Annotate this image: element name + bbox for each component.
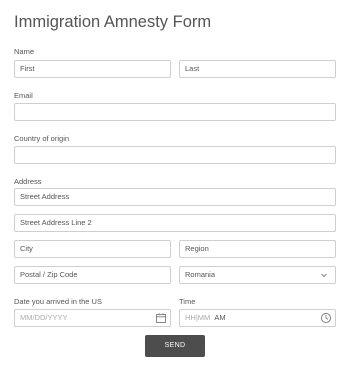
street-address-field[interactable]: Street Address bbox=[14, 188, 336, 206]
region-placeholder: Region bbox=[185, 244, 209, 253]
country-select[interactable]: Romania bbox=[179, 266, 336, 284]
time-label: Time bbox=[179, 297, 196, 306]
send-button[interactable]: SEND bbox=[145, 335, 205, 357]
last-name-field[interactable]: Last bbox=[179, 60, 336, 78]
country-select-value: Romania bbox=[185, 270, 216, 279]
email-field[interactable] bbox=[14, 103, 336, 121]
time-field[interactable]: HH|MM AM bbox=[179, 309, 336, 327]
ampm-value[interactable]: AM bbox=[214, 313, 225, 322]
date-field[interactable]: MM/DD/YYYY bbox=[14, 309, 171, 327]
city-placeholder: City bbox=[20, 244, 33, 253]
street-address-line2-field[interactable]: Street Address Line 2 bbox=[14, 214, 336, 232]
email-label: Email bbox=[14, 91, 33, 100]
country-of-origin-field[interactable] bbox=[14, 146, 336, 164]
date-placeholder: MM/DD/YYYY bbox=[20, 313, 68, 322]
first-name-placeholder: First bbox=[20, 64, 35, 73]
clock-icon[interactable] bbox=[320, 312, 332, 324]
last-name-placeholder: Last bbox=[185, 64, 200, 73]
address-label: Address bbox=[14, 177, 42, 186]
region-field[interactable]: Region bbox=[179, 240, 336, 258]
date-label: Date you arrived in the US bbox=[14, 297, 102, 306]
calendar-icon[interactable] bbox=[155, 312, 167, 324]
street-address-line2-placeholder: Street Address Line 2 bbox=[20, 218, 92, 227]
form-title: Immigration Amnesty Form bbox=[14, 13, 212, 31]
name-label: Name bbox=[14, 47, 35, 56]
time-placeholder: HH|MM bbox=[185, 313, 211, 322]
postal-code-field[interactable]: Postal / Zip Code bbox=[14, 266, 171, 284]
street-address-placeholder: Street Address bbox=[20, 192, 70, 201]
city-field[interactable]: City bbox=[14, 240, 171, 258]
chevron-down-icon bbox=[319, 270, 331, 282]
country-of-origin-label: Country of origin bbox=[14, 134, 70, 143]
first-name-field[interactable]: First bbox=[14, 60, 171, 78]
postal-code-placeholder: Postal / Zip Code bbox=[20, 270, 78, 279]
